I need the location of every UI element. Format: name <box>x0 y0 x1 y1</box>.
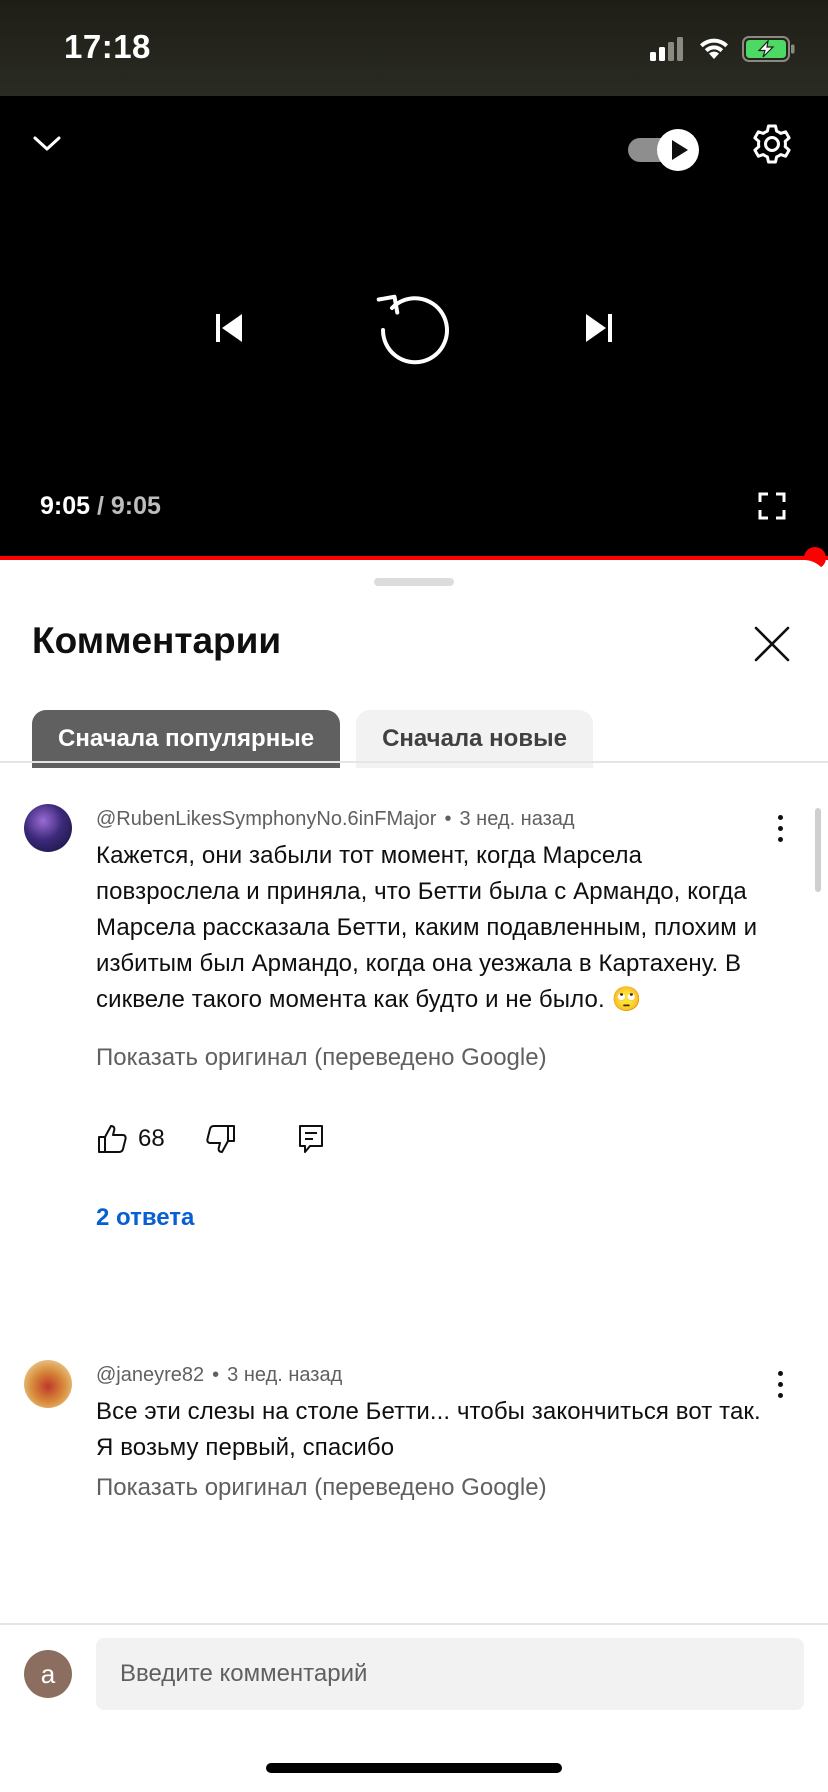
comment-meta: @RubenLikesSymphonyNo.6inFMajor • 3 нед. н… <box>96 808 575 831</box>
avatar[interactable] <box>24 804 72 852</box>
like-count: 68 <box>138 1125 165 1152</box>
time-readout: 9:05 / 9:05 <box>40 492 161 521</box>
comment-meta: @janeyre82 • 3 нед. назад <box>96 1364 342 1387</box>
close-icon[interactable] <box>750 622 794 666</box>
duration: 9:05 <box>110 492 161 520</box>
fullscreen-icon[interactable] <box>758 492 786 520</box>
meta-dot: • <box>444 808 452 830</box>
divider <box>0 1623 828 1625</box>
comments-sheet: Комментарии Сначала популярные Сначала н… <box>0 560 828 1792</box>
like-button[interactable]: 68 <box>96 1123 165 1155</box>
comment-actions: 68 <box>96 1119 325 1159</box>
chevron-down-icon[interactable] <box>32 132 62 156</box>
chip-sort-popular[interactable]: Сначала популярные <box>32 710 341 768</box>
autoplay-toggle-icon[interactable] <box>626 126 702 174</box>
comment-author[interactable]: @RubenLikesSymphonyNo.6inFMajor <box>96 808 436 830</box>
meta-dot: • <box>212 1364 220 1386</box>
chip-sort-newest[interactable]: Сначала новые <box>356 710 593 768</box>
drag-handle[interactable] <box>374 578 454 586</box>
sort-chips: Сначала популярные Сначала новые <box>32 710 593 768</box>
comment-text: Кажется, они забыли тот момент, когда Ма… <box>96 842 758 1013</box>
status-time: 17:18 <box>64 28 151 65</box>
thumb-down-icon <box>206 1125 235 1153</box>
comments-list[interactable]: @RubenLikesSymphonyNo.6inFMajor • 3 нед. н… <box>0 764 828 1546</box>
reply-button[interactable] <box>297 1123 325 1155</box>
dislike-button[interactable] <box>205 1123 237 1155</box>
scrollbar[interactable] <box>815 808 821 892</box>
next-icon[interactable] <box>584 312 614 344</box>
gear-icon[interactable] <box>750 122 794 166</box>
show-original-link[interactable]: Показать оригинал (переведено Google) <box>96 1044 547 1072</box>
thumb-up-icon <box>98 1125 127 1153</box>
status-icons <box>650 36 796 62</box>
replay-icon[interactable] <box>374 292 454 368</box>
avatar[interactable] <box>24 1360 72 1408</box>
comment-age: 3 нед. назад <box>459 808 575 830</box>
reply-icon <box>298 1125 323 1153</box>
show-original-link[interactable]: Показать оригинал (переведено Google) <box>96 1474 547 1502</box>
previous-icon[interactable] <box>214 312 244 344</box>
battery-charging-icon <box>742 36 795 62</box>
time-separator: / <box>97 492 104 520</box>
current-time: 9:05 <box>40 492 91 520</box>
status-bar: 17:18 <box>0 0 828 96</box>
video-player[interactable]: 9:05 / 9:05 <box>0 96 828 569</box>
comment-input[interactable]: Введите комментарий <box>96 1638 804 1710</box>
divider <box>0 761 828 763</box>
user-avatar[interactable]: a <box>24 1650 72 1698</box>
replies-link[interactable]: 2 ответа <box>96 1204 194 1232</box>
home-indicator[interactable] <box>266 1763 562 1773</box>
cellular-signal-icon <box>650 37 683 61</box>
comment-age: 3 нед. назад <box>227 1364 343 1386</box>
wifi-icon <box>700 38 728 59</box>
comment-text: Все эти слезы на столе Бетти... чтобы за… <box>96 1398 761 1461</box>
comments-title: Комментарии <box>32 620 282 661</box>
comment-author[interactable]: @janeyre82 <box>96 1364 204 1386</box>
